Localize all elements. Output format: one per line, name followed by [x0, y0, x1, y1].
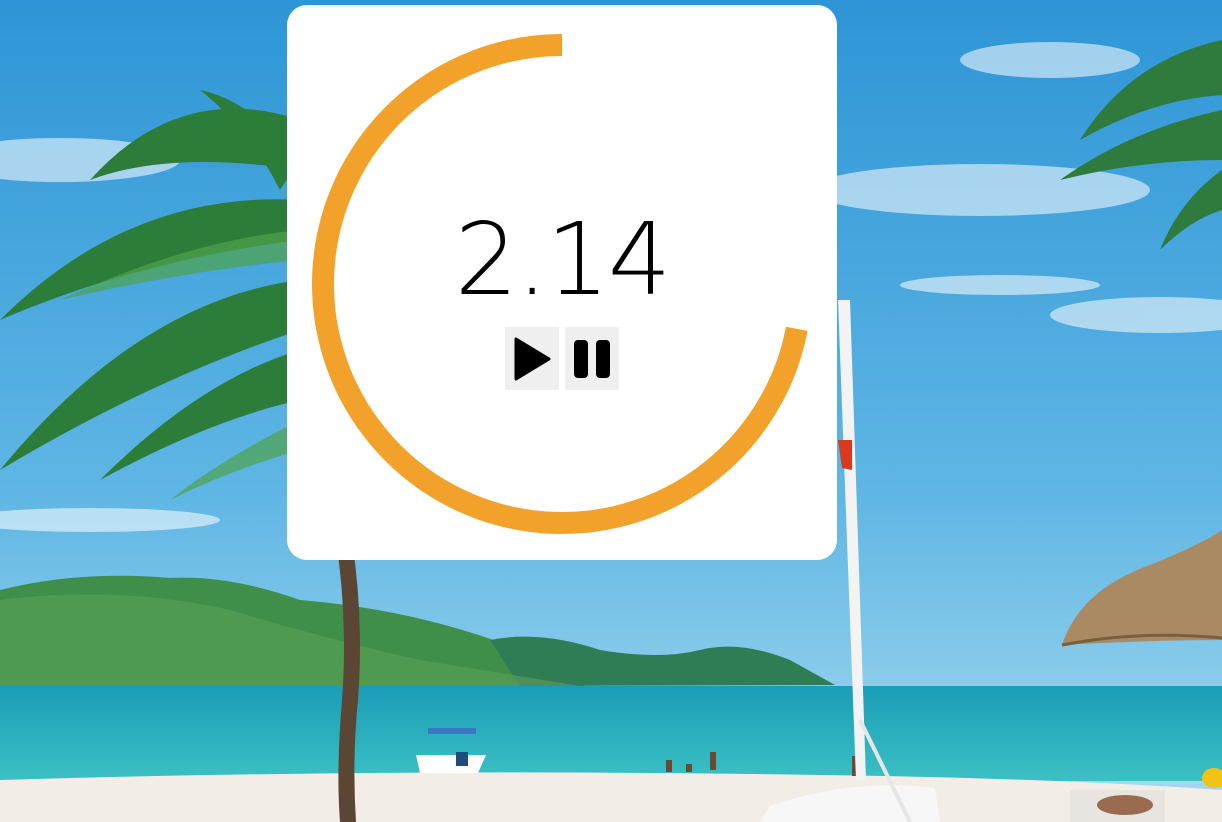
- timer-card: 2.14: [287, 5, 837, 560]
- pause-icon: [574, 339, 610, 378]
- play-button[interactable]: [505, 327, 559, 390]
- timer-value: 2.14: [454, 201, 672, 318]
- play-icon: [514, 337, 551, 380]
- timer-controls: [505, 327, 619, 390]
- pause-button[interactable]: [565, 327, 619, 390]
